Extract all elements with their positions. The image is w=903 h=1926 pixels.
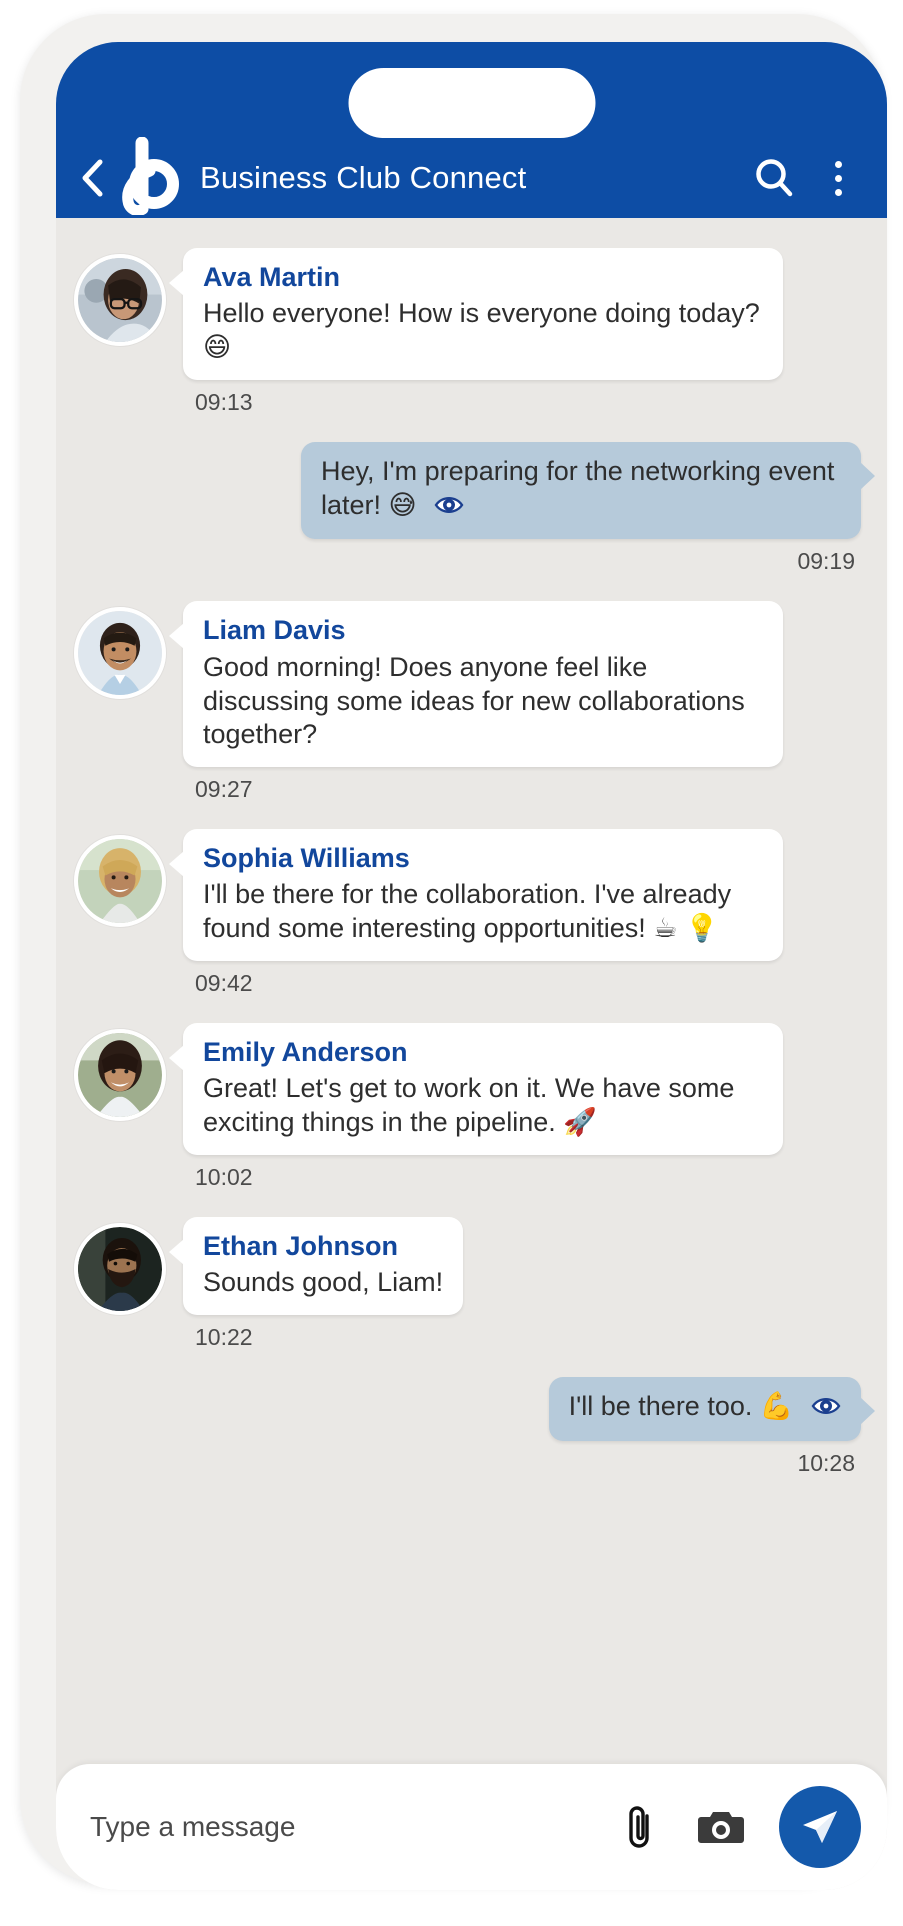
eye-icon	[811, 1392, 841, 1426]
overflow-menu-button[interactable]	[815, 151, 861, 205]
b-logo-icon	[112, 136, 184, 217]
sender-name: Ethan Johnson	[203, 1230, 398, 1261]
message-timestamp: 09:19	[797, 548, 855, 575]
message-text: Good morning! Does anyone feel like disc…	[203, 651, 745, 750]
message-bubble[interactable]: Emily Anderson Great! Let's get to work …	[169, 1022, 783, 1155]
phone-screen: Business Club Connect Ava Martin Hello e…	[56, 42, 887, 1890]
search-icon	[756, 159, 793, 197]
avatar[interactable]	[74, 1028, 166, 1121]
woman-blonde-avatar	[78, 839, 162, 924]
message-text: Hello everyone! How is everyone doing to…	[203, 298, 760, 363]
phone-notch	[348, 68, 595, 138]
more-vertical-icon-dot	[834, 188, 842, 196]
phone-frame: Business Club Connect Ava Martin Hello e…	[20, 14, 887, 1890]
message-row: I'll be there too. 💪 10:28	[74, 1376, 876, 1497]
smiling-man-blue-shirt-avatar	[78, 611, 162, 696]
message-list[interactable]: Ava Martin Hello everyone! How is everyo…	[56, 218, 887, 1764]
message-timestamp: 09:42	[195, 969, 253, 996]
message-text: Great! Let's get to work on it. We have …	[203, 1073, 735, 1138]
message-text: Sounds good, Liam!	[203, 1267, 444, 1298]
sender-name: Sophia Williams	[203, 843, 410, 874]
header-bar: Business Club Connect	[56, 136, 887, 218]
message-bubble[interactable]: Sophia Williams I'll be there for the co…	[169, 829, 783, 961]
more-vertical-icon-dot	[834, 174, 842, 182]
send-button[interactable]	[779, 1786, 861, 1868]
b-logo-glyph	[122, 136, 179, 217]
message-text: I'll be there too. 💪	[569, 1390, 841, 1426]
message-timestamp: 10:02	[195, 1163, 253, 1190]
woman-with-glasses-avatar	[78, 258, 162, 342]
message-timestamp: 09:13	[195, 388, 253, 415]
message-bubble[interactable]: Hey, I'm preparing for the networking ev…	[301, 441, 875, 540]
attach-button[interactable]	[611, 1797, 667, 1857]
message-column: Ethan Johnson Sounds good, Liam! 10:22	[168, 1216, 464, 1371]
message-bubble[interactable]: Ethan Johnson Sounds good, Liam!	[168, 1216, 464, 1315]
sender-name: Ava Martin	[203, 262, 341, 292]
message-row: Liam Davis Good morning! Does anyone fee…	[74, 601, 861, 823]
message-text: Hey, I'm preparing for the networking ev…	[321, 455, 841, 525]
message-bubble[interactable]: Liam Davis Good morning! Does anyone fee…	[169, 601, 783, 768]
avatar[interactable]	[74, 1222, 166, 1315]
camera-button[interactable]	[693, 1797, 749, 1857]
message-text-body: Hey, I'm preparing for the networking ev…	[321, 455, 835, 520]
page-title: Business Club Connect	[200, 160, 527, 195]
message-column: Ava Martin Hello everyone! How is everyo…	[169, 248, 783, 436]
message-column: Sophia Williams I'll be there for the co…	[169, 829, 783, 1017]
avatar[interactable]	[74, 607, 166, 700]
message-timestamp: 10:22	[195, 1323, 253, 1350]
composer-bar	[56, 1764, 887, 1890]
message-row: Sophia Williams I'll be there for the co…	[74, 829, 861, 1017]
message-timestamp: 10:28	[797, 1449, 855, 1476]
message-timestamp: 09:27	[195, 776, 253, 803]
sender-name: Emily Anderson	[203, 1036, 408, 1067]
message-row: Ethan Johnson Sounds good, Liam! 10:22	[74, 1216, 861, 1371]
avatar[interactable]	[74, 835, 166, 928]
eye-icon	[434, 491, 464, 525]
message-column: I'll be there too. 💪 10:28	[548, 1376, 876, 1497]
paperclip-icon	[629, 1806, 649, 1848]
message-text-body: I'll be there too. 💪	[568, 1390, 794, 1421]
message-row: Hey, I'm preparing for the networking ev…	[74, 441, 875, 596]
message-text: I'll be there for the collaboration. I'v…	[203, 879, 732, 944]
message-bubble[interactable]: Ava Martin Hello everyone! How is everyo…	[169, 248, 783, 380]
message-bubble[interactable]: I'll be there too. 💪	[548, 1376, 876, 1441]
chevron-left-icon	[82, 159, 103, 197]
send-paper-plane-icon	[803, 1811, 837, 1843]
bearded-man-dark-avatar	[78, 1226, 162, 1311]
search-button[interactable]	[747, 151, 801, 205]
more-vertical-icon-dot	[834, 160, 842, 168]
avatar[interactable]	[74, 254, 166, 346]
message-input[interactable]	[88, 1810, 611, 1844]
sender-name: Liam Davis	[203, 615, 346, 646]
back-button[interactable]	[74, 156, 110, 200]
app-header: Business Club Connect	[56, 42, 887, 218]
camera-icon	[698, 1812, 744, 1843]
message-column: Emily Anderson Great! Let's get to work …	[169, 1022, 783, 1211]
message-column: Hey, I'm preparing for the networking ev…	[301, 441, 875, 596]
message-column: Liam Davis Good morning! Does anyone fee…	[169, 601, 783, 823]
woman-white-blazer-avatar	[78, 1032, 162, 1117]
message-row: Ava Martin Hello everyone! How is everyo…	[74, 248, 861, 436]
message-row: Emily Anderson Great! Let's get to work …	[74, 1022, 861, 1211]
